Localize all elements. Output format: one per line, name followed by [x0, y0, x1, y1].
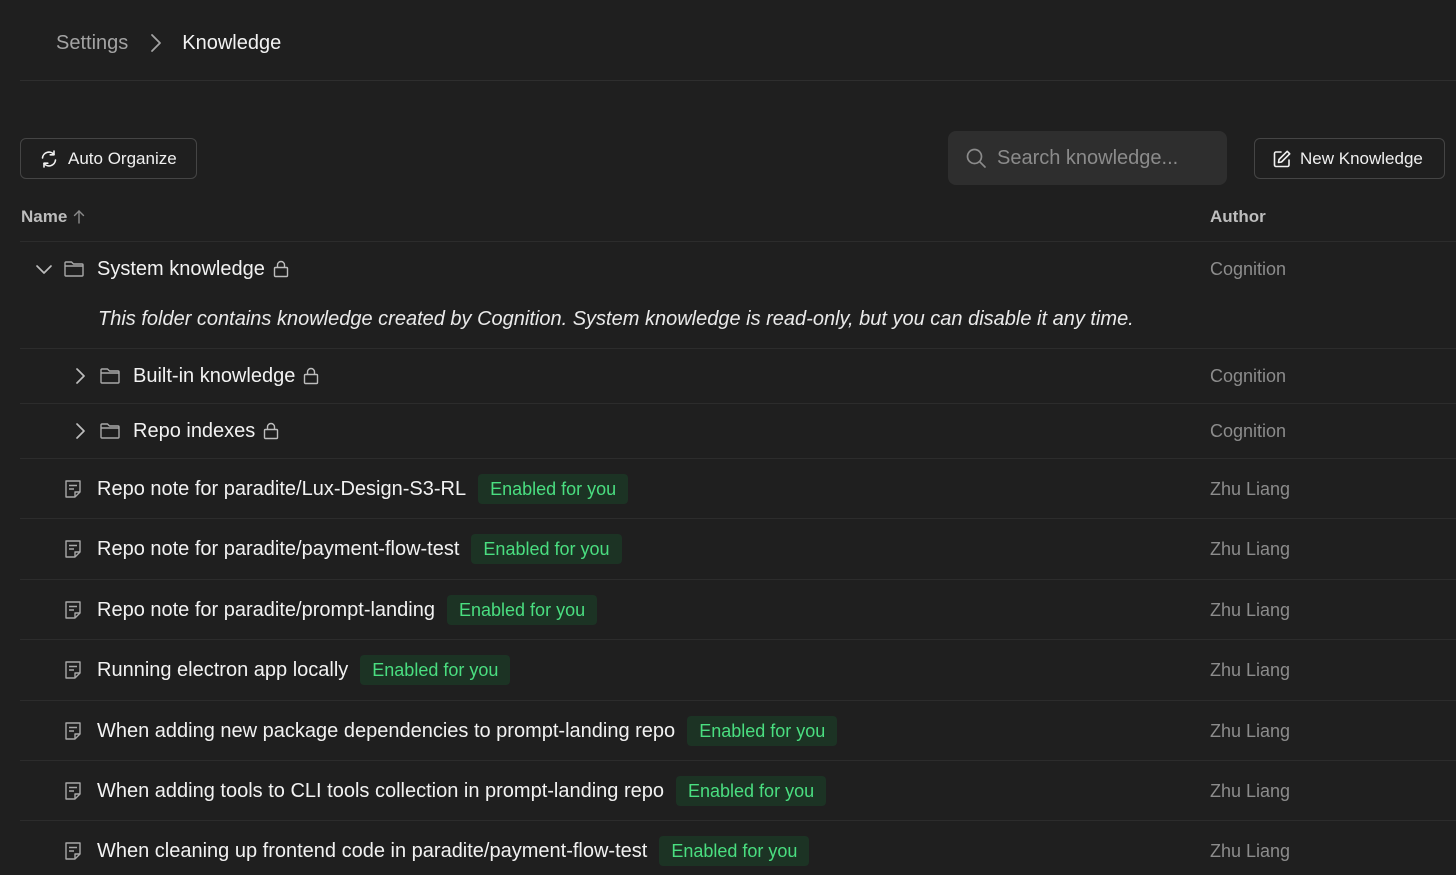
author-cell: Zhu Liang — [1210, 599, 1291, 620]
author-cell: Zhu Liang — [1210, 780, 1291, 801]
knowledge-title: When cleaning up frontend code in paradi… — [97, 839, 648, 862]
folder-name: System knowledge — [97, 257, 265, 280]
folder-name: Repo indexes — [133, 419, 256, 442]
enabled-badge: Enabled for you — [447, 595, 598, 625]
chevron-right-icon[interactable] — [71, 367, 89, 385]
row-divider — [20, 458, 1456, 459]
author-cell: Cognition — [1210, 420, 1287, 441]
knowledge-row[interactable]: When adding tools to CLI tools collectio… — [0, 774, 1456, 808]
author-cell: Zhu Liang — [1210, 840, 1291, 861]
note-icon — [64, 781, 82, 801]
knowledge-title: Repo note for paradite/prompt-landing — [97, 598, 435, 621]
auto-organize-button[interactable]: Auto Organize — [20, 138, 197, 179]
knowledge-title: When adding tools to CLI tools collectio… — [97, 779, 664, 802]
refresh-icon — [39, 149, 59, 169]
note-icon — [64, 660, 82, 680]
knowledge-title-wrap: Running electron app locally Enabled for… — [97, 655, 511, 685]
enabled-badge: Enabled for you — [478, 474, 629, 504]
note-icon — [64, 841, 82, 861]
folder-icon — [100, 367, 120, 385]
row-divider — [20, 518, 1456, 519]
enabled-badge: Enabled for you — [471, 534, 622, 564]
edit-square-icon — [1272, 149, 1292, 169]
note-icon — [64, 479, 82, 499]
note-icon — [64, 539, 82, 559]
knowledge-title-wrap: Repo note for paradite/payment-flow-test… — [97, 534, 622, 564]
column-header-name[interactable]: Name — [21, 204, 85, 230]
auto-organize-label: Auto Organize — [68, 148, 177, 168]
folder-icon — [64, 260, 84, 278]
search-box[interactable] — [948, 131, 1227, 185]
enabled-badge: Enabled for you — [687, 716, 838, 746]
row-divider — [20, 700, 1456, 701]
page-title: Knowledge — [182, 31, 282, 54]
chevron-down-icon[interactable] — [35, 260, 53, 278]
folder-icon — [100, 422, 120, 440]
author-cell: Cognition — [1210, 258, 1287, 279]
knowledge-title-wrap: Repo note for paradite/Lux-Design-S3-RL … — [97, 474, 629, 504]
knowledge-title-wrap: When adding new package dependencies to … — [97, 716, 838, 746]
knowledge-row[interactable]: When cleaning up frontend code in paradi… — [0, 834, 1456, 868]
knowledge-row[interactable]: Repo note for paradite/payment-flow-test… — [0, 532, 1456, 566]
knowledge-row[interactable]: Repo note for paradite/prompt-landing En… — [0, 593, 1456, 627]
knowledge-title: Repo note for paradite/payment-flow-test — [97, 537, 460, 560]
author-cell: Zhu Liang — [1210, 538, 1291, 559]
folder-title: System knowledge — [97, 258, 289, 281]
column-header-author[interactable]: Author — [1210, 204, 1266, 230]
sort-arrow-up-icon — [73, 209, 85, 225]
enabled-badge: Enabled for you — [360, 655, 511, 685]
column-author-label: Author — [1210, 207, 1266, 226]
folder-row-repo-indexes[interactable]: Repo indexes Cognition — [0, 414, 1456, 448]
search-input[interactable] — [997, 146, 1207, 170]
new-knowledge-label: New Knowledge — [1300, 148, 1423, 168]
knowledge-title: Running electron app locally — [97, 658, 349, 681]
enabled-badge: Enabled for you — [659, 836, 810, 866]
author-cell: Zhu Liang — [1210, 659, 1291, 680]
lock-icon — [273, 260, 289, 278]
breadcrumb-settings-link[interactable]: Settings — [56, 32, 128, 55]
author-cell: Zhu Liang — [1210, 478, 1291, 499]
lock-icon — [303, 367, 319, 385]
knowledge-title-wrap: When adding tools to CLI tools collectio… — [97, 776, 827, 806]
chevron-right-icon — [150, 33, 162, 53]
row-divider — [20, 403, 1456, 404]
row-divider — [20, 348, 1456, 349]
row-divider — [20, 241, 1456, 242]
row-divider — [20, 760, 1456, 761]
note-icon — [64, 600, 82, 620]
column-name-label: Name — [21, 207, 68, 226]
header-divider — [20, 80, 1456, 81]
knowledge-title-wrap: When cleaning up frontend code in paradi… — [97, 836, 810, 866]
enabled-badge: Enabled for you — [676, 776, 827, 806]
knowledge-row[interactable]: Running electron app locally Enabled for… — [0, 653, 1456, 687]
chevron-right-icon[interactable] — [71, 422, 89, 440]
folder-name: Built-in knowledge — [133, 364, 296, 387]
knowledge-title: When adding new package dependencies to … — [97, 719, 676, 742]
new-knowledge-button[interactable]: New Knowledge — [1254, 138, 1445, 179]
knowledge-title: Repo note for paradite/Lux-Design-S3-RL — [97, 477, 467, 500]
folder-description: This folder contains knowledge created b… — [98, 308, 1134, 330]
knowledge-row[interactable]: When adding new package dependencies to … — [0, 714, 1456, 748]
row-divider — [20, 579, 1456, 580]
lock-icon — [263, 422, 279, 440]
author-cell: Cognition — [1210, 365, 1287, 386]
knowledge-row[interactable]: Repo note for paradite/Lux-Design-S3-RL … — [0, 472, 1456, 506]
row-divider — [20, 820, 1456, 821]
author-cell: Zhu Liang — [1210, 720, 1291, 741]
folder-row-system-knowledge[interactable]: System knowledge Cognition — [0, 252, 1456, 286]
folder-title: Built-in knowledge — [133, 365, 319, 388]
note-icon — [64, 721, 82, 741]
search-icon — [965, 147, 987, 169]
row-divider — [20, 639, 1456, 640]
knowledge-title-wrap: Repo note for paradite/prompt-landing En… — [97, 595, 598, 625]
breadcrumb: Settings Knowledge — [56, 28, 281, 58]
folder-title: Repo indexes — [133, 420, 279, 443]
folder-row-built-in-knowledge[interactable]: Built-in knowledge Cognition — [0, 359, 1456, 393]
